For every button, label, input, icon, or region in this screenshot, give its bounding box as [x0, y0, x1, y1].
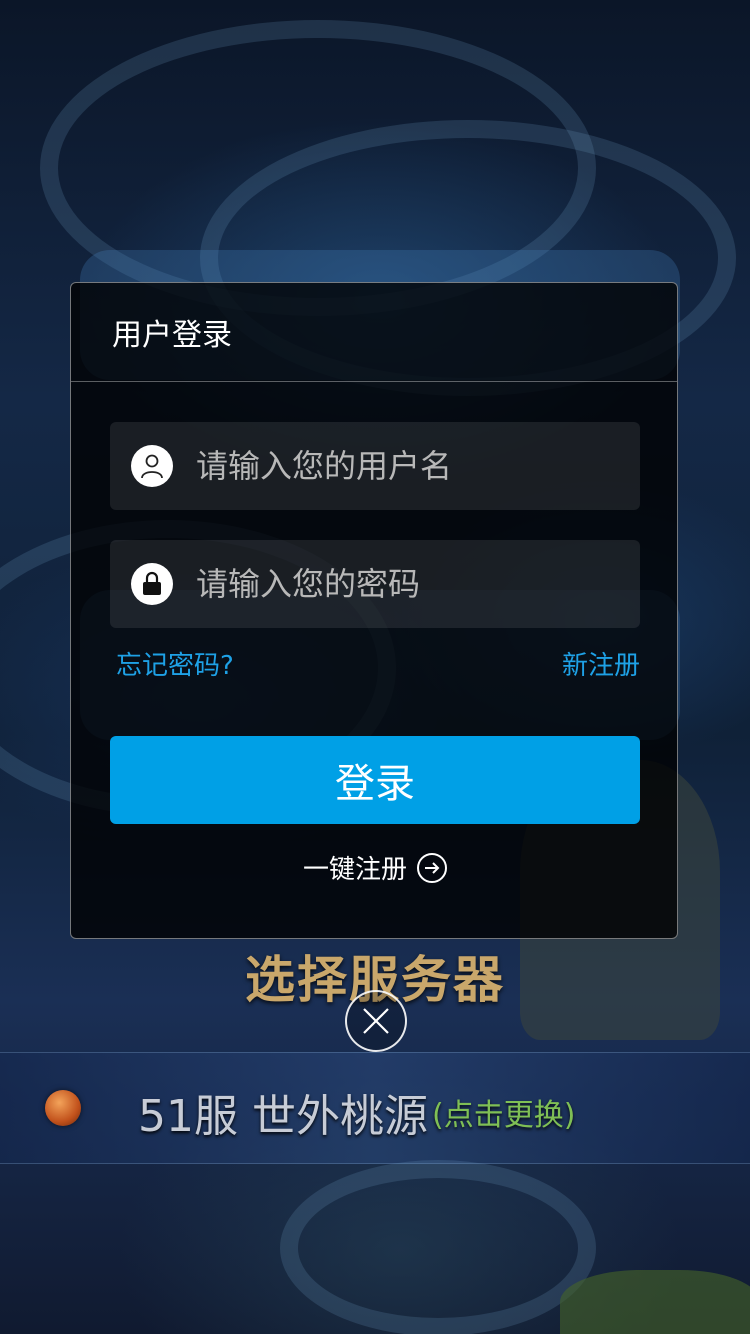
forgot-password-link[interactable]: 忘记密码?: [116, 645, 234, 682]
user-icon: [131, 445, 173, 487]
username-field[interactable]: [110, 422, 640, 510]
login-button[interactable]: 登录: [110, 736, 640, 824]
close-icon: [361, 1006, 391, 1036]
server-name: 51服 世外桃源: [138, 1091, 428, 1142]
password-input[interactable]: [194, 553, 618, 615]
server-change-link[interactable]: (点击更换): [432, 1090, 575, 1134]
quick-register-button[interactable]: 一键注册: [71, 849, 679, 886]
close-dialog-button[interactable]: [345, 990, 407, 1052]
background-cliff: [560, 1270, 750, 1334]
arrow-circle-right-icon: [417, 852, 447, 883]
username-input[interactable]: [194, 435, 618, 497]
lock-icon: [131, 563, 173, 605]
password-field[interactable]: [110, 540, 640, 628]
server-selector[interactable]: 51服 世外桃源 (点击更换): [0, 1052, 750, 1162]
new-register-link[interactable]: 新注册: [562, 645, 640, 682]
auth-links: 忘记密码? 新注册: [110, 645, 640, 681]
background-swirl: [280, 1160, 596, 1334]
dialog-title: 用户登录: [112, 318, 232, 353]
quick-register-label: 一键注册: [302, 855, 407, 885]
login-dialog: 用户登录 忘记密码? 新注册 登录 一键注册: [70, 282, 678, 939]
dialog-header: 用户登录: [71, 283, 677, 382]
server-status-orb-icon: [45, 1090, 81, 1126]
